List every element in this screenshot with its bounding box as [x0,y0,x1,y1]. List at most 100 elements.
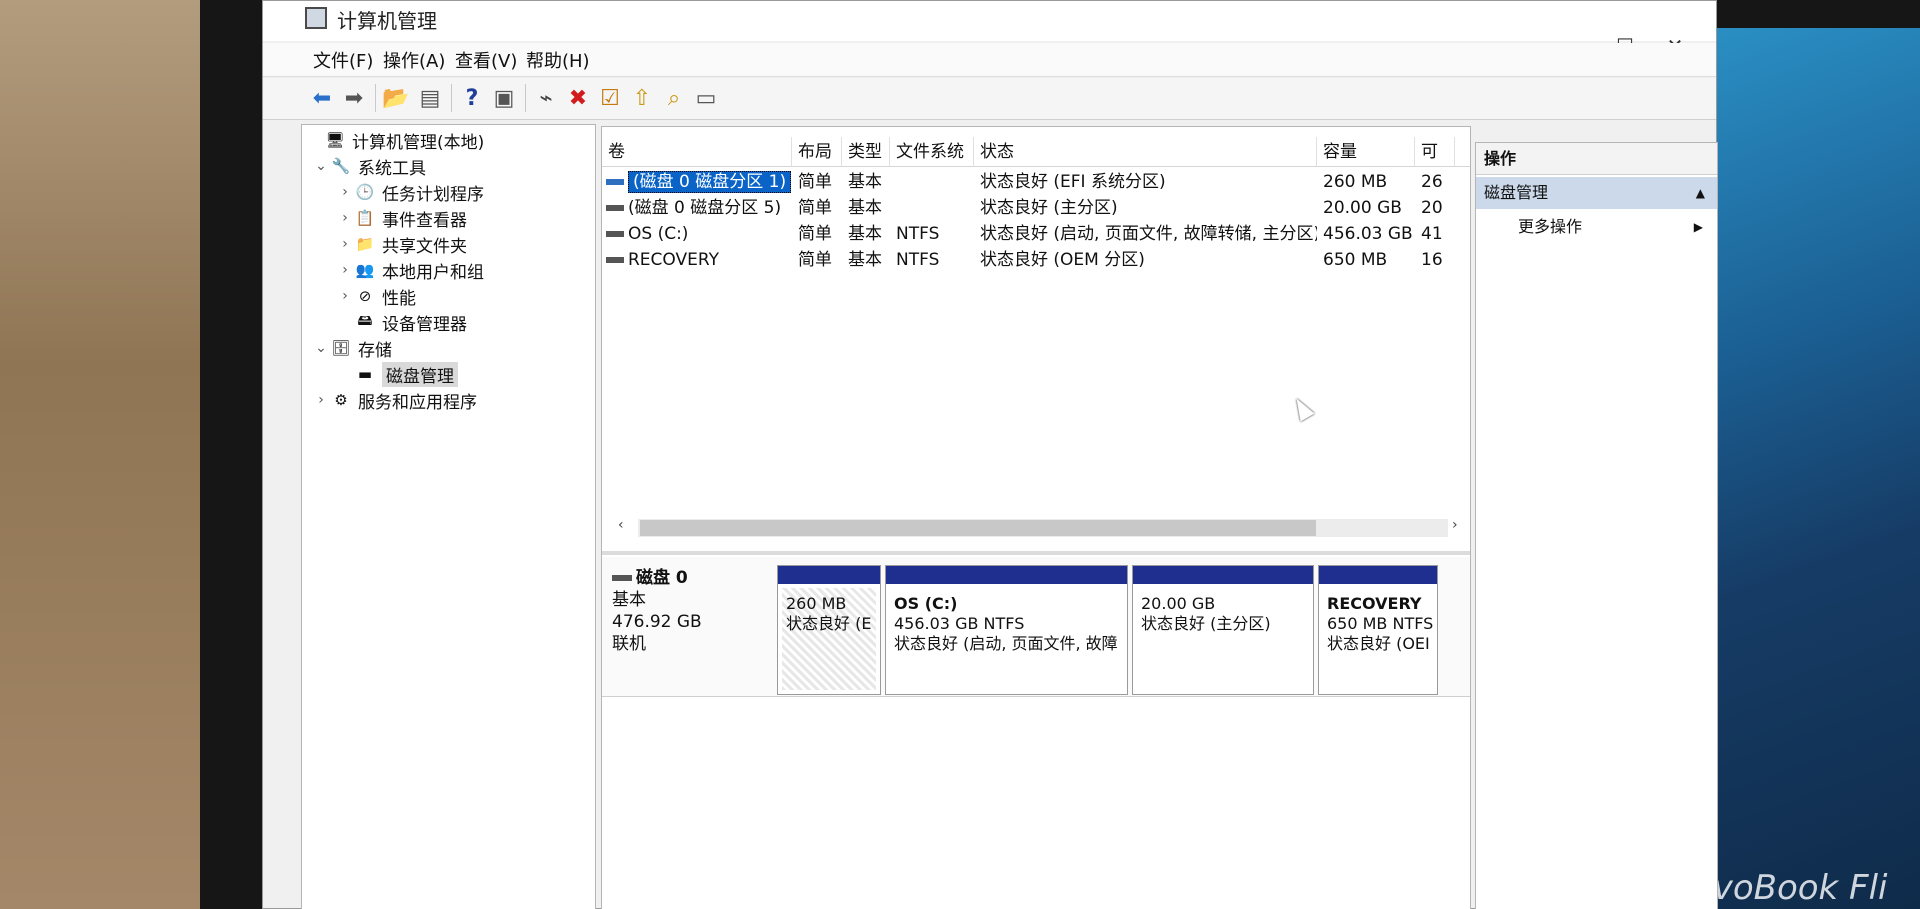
partition-body: RECOVERY 650 MB NTFS 状态良好 (OEI [1323,588,1433,690]
col-type[interactable]: 类型 [842,137,890,167]
partition-primary[interactable]: 20.00 GB 状态良好 (主分区) [1132,565,1314,695]
disk-info[interactable]: 磁盘 0 基本 476.92 GB 联机 [612,567,772,655]
expand-down-icon[interactable]: ⌄ [312,158,330,174]
scroll-right-icon[interactable]: › [1452,517,1458,533]
partition-recovery[interactable]: RECOVERY 650 MB NTFS 状态良好 (OEI [1318,565,1438,695]
list-view-icon[interactable]: ▭ [691,83,721,113]
tree-item-system-tools[interactable]: ⌄ 🔧 系统工具 [312,153,426,179]
volume-icon [606,257,624,263]
services-icon: ⚙ [334,391,348,409]
volume-name-cell: (磁盘 0 磁盘分区 1) [606,169,792,195]
back-arrow-icon[interactable]: ⬅ [307,83,337,113]
volume-fs: NTFS [896,224,940,244]
partition-size: 260 MB [786,594,847,613]
expand-right-icon[interactable]: › [336,288,354,304]
disk-name: 磁盘 0 [636,568,688,588]
search-icon[interactable]: ⌕ [659,83,689,113]
expand-right-icon[interactable]: › [312,392,330,408]
tree-label: 系统工具 [358,158,426,179]
delete-icon[interactable]: ✖ [563,83,593,113]
menu-action[interactable]: 操作(A) [383,47,445,73]
menu-help[interactable]: 帮助(H) [526,47,590,73]
partition-title: RECOVERY [1327,594,1422,613]
col-capacity[interactable]: 容量 [1317,137,1415,167]
check-icon[interactable]: ☑ [595,83,625,113]
more-actions-item[interactable]: 更多操作 ▶ [1476,211,1717,243]
volume-row[interactable]: (磁盘 0 磁盘分区 5) 简单 基本 状态良好 (主分区) 20.00 GB … [602,195,1470,221]
menu-view[interactable]: 查看(V) [455,47,517,73]
volume-row[interactable]: OS (C:) 简单 基本 NTFS 状态良好 (启动, 页面文件, 故障转储,… [602,221,1470,247]
volume-icon [606,179,624,185]
show-hide-tree-icon[interactable]: ▤ [415,83,445,113]
actions-section-label: 磁盘管理 [1484,183,1549,202]
volume-free: 26 [1421,172,1443,192]
toolbar: ⬅ ➡ 📂 ▤ ? ▣ ⌁ ✖ ☑ ⇧ ⌕ ▭ [263,78,1716,120]
volume-capacity: 456.03 GB [1323,224,1413,244]
disk-icon [612,575,632,581]
computer-icon: 🖥 [325,131,345,149]
folder-up-icon[interactable]: ⇧ [627,83,657,113]
tree-label: 任务计划程序 [382,184,484,205]
computer-management-window: 计算机管理 — ☐ ✕ 文件(F) 操作(A) 查看(V) 帮助(H) ⬅ ➡ … [262,0,1718,909]
expand-down-icon[interactable]: ⌄ [312,340,330,356]
menu-bar: 文件(F) 操作(A) 查看(V) 帮助(H) [263,43,1716,77]
volume-status: 状态良好 (OEM 分区) [980,250,1145,270]
properties-icon[interactable]: ▣ [489,83,519,113]
partition-status: 状态良好 (主分区) [1141,614,1271,633]
volume-row[interactable]: RECOVERY 简单 基本 NTFS 状态良好 (OEM 分区) 650 MB… [602,247,1470,273]
tree-item-disk-management[interactable]: ▬ 磁盘管理 [354,361,458,387]
partition-title: OS (C:) [894,594,958,613]
actions-section-disk-management[interactable]: 磁盘管理 ▲ [1476,177,1717,209]
toolbar-separator [525,84,526,112]
volume-name: RECOVERY [628,250,719,270]
tree-item-shared-folders[interactable]: › 📁 共享文件夹 [336,231,467,257]
volume-type: 基本 [848,172,882,192]
tree-item-performance[interactable]: › ⊘ 性能 [336,283,416,309]
menu-file[interactable]: 文件(F) [313,47,373,73]
volume-status: 状态良好 (主分区) [980,198,1118,218]
scroll-left-icon[interactable]: ‹ [618,517,624,533]
col-free[interactable]: 可 [1415,137,1455,167]
tree-item-local-users[interactable]: › 👥 本地用户和组 [336,257,484,283]
forward-arrow-icon[interactable]: ➡ [339,83,369,113]
volume-layout: 简单 [798,172,832,192]
tree-item-device-manager[interactable]: 🖴 设备管理器 [336,309,467,335]
tree-item-task-scheduler[interactable]: › 🕒 任务计划程序 [336,179,484,205]
volume-fs [896,195,974,221]
tree-item-services-apps[interactable]: › ⚙ 服务和应用程序 [312,387,477,413]
partition-status: 状态良好 (E [786,614,872,633]
tree-item-event-viewer[interactable]: › 📋 事件查看器 [336,205,467,231]
device-manager-icon: 🖴 [357,310,373,329]
tree-item-root[interactable]: 🖥 计算机管理(本地) [306,127,484,153]
pane-splitter[interactable] [602,551,1470,555]
col-status[interactable]: 状态 [974,137,1317,167]
mouse-cursor-icon [1289,394,1315,422]
col-volume[interactable]: 卷 [602,137,792,167]
up-folder-icon[interactable]: 📂 [381,83,411,113]
connect-icon[interactable]: ⌁ [531,83,561,113]
partition-os-c[interactable]: OS (C:) 456.03 GB NTFS 状态良好 (启动, 页面文件, 故… [885,565,1128,695]
volume-row[interactable]: (磁盘 0 磁盘分区 1) 简单 基本 状态良好 (EFI 系统分区) 260 … [602,169,1470,195]
volume-icon [606,205,624,211]
volume-fs [896,169,974,195]
partition-bar [1319,566,1437,584]
expand-right-icon[interactable]: › [336,236,354,252]
partition-efi[interactable]: 260 MB 状态良好 (E [777,565,881,695]
navigation-tree: 🖥 计算机管理(本地) ⌄ 🔧 系统工具 › 🕒 任务计划程序 › 📋 事件查看… [301,124,596,909]
expand-right-icon[interactable]: › [336,184,354,200]
scroll-thumb[interactable] [640,520,1316,536]
col-layout[interactable]: 布局 [792,137,842,167]
help-icon[interactable]: ? [457,83,487,113]
col-filesystem[interactable]: 文件系统 [890,137,974,167]
partition-bar [1133,566,1313,584]
disk-size: 476.92 GB [612,612,702,632]
horizontal-scrollbar[interactable]: ‹ › [616,515,1466,539]
volume-capacity: 260 MB [1323,172,1388,192]
collapse-up-icon[interactable]: ▲ [1696,177,1705,209]
tree-item-storage[interactable]: ⌄ 🗄 存储 [312,335,392,361]
expand-right-icon[interactable]: › [336,210,354,226]
disk-0-graphical-view: 磁盘 0 基本 476.92 GB 联机 260 MB 状态良好 (E OS (… [602,557,1470,697]
volume-layout: 简单 [798,198,832,218]
expand-right-icon[interactable]: › [336,262,354,278]
volume-name: (磁盘 0 磁盘分区 1) [628,171,792,193]
